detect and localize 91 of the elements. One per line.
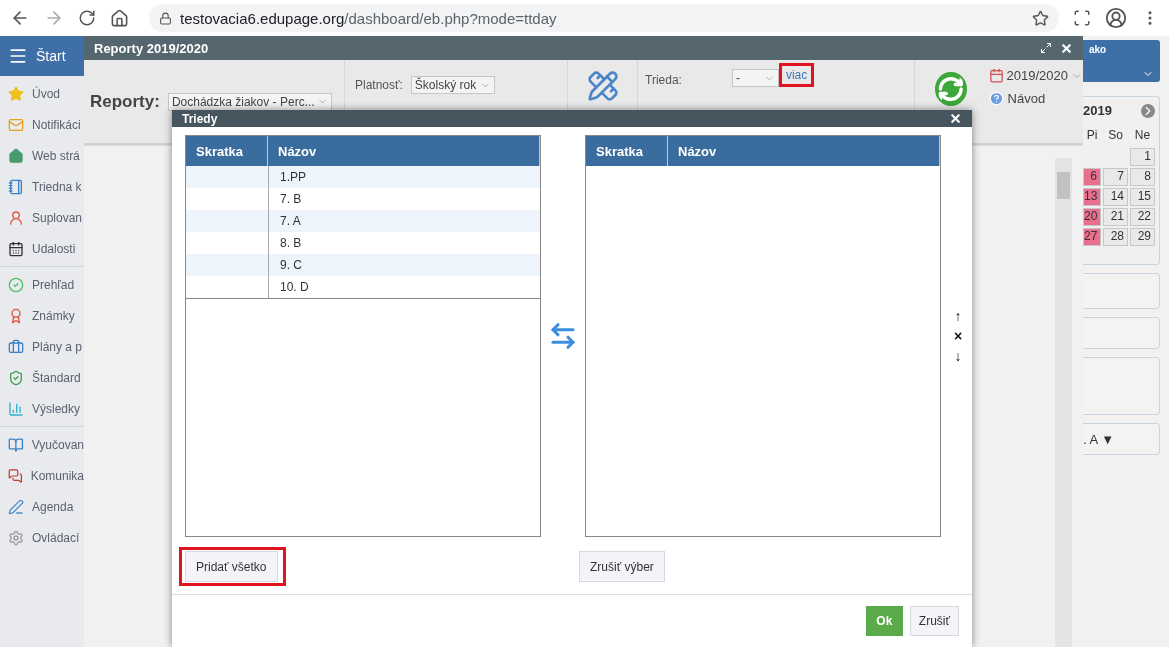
class-picker[interactable]: . A ▼ <box>1083 423 1160 455</box>
sidebar-item[interactable]: Vyučovan <box>0 429 84 460</box>
sidebar-item[interactable]: Triedna k <box>0 171 84 202</box>
bar-chart-icon <box>8 400 24 417</box>
url-host: testovacia6.edupage.org <box>180 9 345 27</box>
year-select[interactable]: 2019/2020 <box>1006 68 1068 83</box>
report-select[interactable]: Dochádzka žiakov - Perc... <box>167 92 332 111</box>
maximize-icon[interactable] <box>1040 41 1052 54</box>
pen-icon <box>8 498 24 515</box>
class-select[interactable]: - <box>731 69 779 87</box>
dialog-title: Triedy <box>182 111 218 126</box>
add-all-button[interactable]: Pridať všetko <box>185 551 278 582</box>
sidebar-item[interactable]: Výsledky <box>0 393 84 424</box>
cancel-button[interactable]: Zrušiť <box>909 606 959 636</box>
scrollbar[interactable] <box>1055 158 1072 647</box>
address-bar[interactable]: testovacia6.edupage.org/dashboard/eb.php?mode=ttday <box>149 4 1059 32</box>
sidebar-item[interactable]: Notifikáci <box>0 109 84 140</box>
order-control[interactable]: × <box>953 328 963 344</box>
sidebar-item[interactable]: Suplovan <box>0 202 84 233</box>
screenshot-icon[interactable] <box>1073 9 1091 27</box>
start-menu-button[interactable]: Štart <box>0 36 84 76</box>
window-title: Reporty 2019/2020 <box>94 40 209 56</box>
notebook-icon <box>8 178 24 195</box>
shield-check-icon <box>8 369 24 386</box>
calendar-icon <box>988 68 1004 83</box>
column-header[interactable]: Skratka <box>586 136 668 166</box>
user-icon <box>8 209 24 226</box>
bookmark-star-icon[interactable] <box>1032 9 1049 27</box>
calendar-year: 2019 <box>1083 103 1112 118</box>
award-icon <box>8 307 24 324</box>
book-icon <box>8 436 24 453</box>
calendar-day[interactable]: 15 <box>1130 188 1155 206</box>
more-link[interactable]: viac <box>785 68 808 82</box>
sidebar-item[interactable]: Ovládací <box>0 522 84 553</box>
transfer-arrows-icon[interactable] <box>548 321 578 351</box>
sidebar-item[interactable]: Udalosti <box>0 233 84 264</box>
calendar-day[interactable]: 29 <box>1130 228 1155 246</box>
account-icon[interactable] <box>1105 7 1127 29</box>
sidebar-item[interactable]: Známky <box>0 300 84 331</box>
validity-label: Platnosť: <box>355 78 403 92</box>
menu-icon <box>8 46 28 66</box>
help-icon <box>988 91 1004 106</box>
next-icon[interactable] <box>1141 103 1155 118</box>
calendar-day[interactable]: 20 <box>1083 208 1101 226</box>
sidebar-item[interactable]: Plány a p <box>0 331 84 362</box>
table-cell[interactable]: 10. D <box>268 276 540 298</box>
weekday-label: So <box>1107 128 1124 144</box>
lock-icon <box>159 11 172 25</box>
chat-icon <box>8 467 23 484</box>
class-label: Trieda: <box>645 73 682 89</box>
sidebar-item[interactable]: Úvod <box>0 78 84 109</box>
calendar-day[interactable]: 28 <box>1103 228 1128 246</box>
sidebar-item[interactable]: Agenda <box>0 491 84 522</box>
pencil-ruler-icon[interactable] <box>586 70 619 102</box>
close-icon[interactable] <box>949 112 962 125</box>
close-icon[interactable] <box>1060 41 1073 55</box>
weekday-label: Ne <box>1133 128 1152 144</box>
calendar-day[interactable]: 8 <box>1130 168 1155 186</box>
calendar-day[interactable]: 1 <box>1130 148 1155 166</box>
calendar-day[interactable]: 21 <box>1103 208 1128 226</box>
clear-selection-button[interactable]: Zrušiť výber <box>579 551 665 582</box>
sidebar-item[interactable]: Prehľad <box>0 269 84 300</box>
calendar-day[interactable]: 13 <box>1083 188 1101 206</box>
url-path: /dashboard/eb.php?mode=ttday <box>344 9 557 27</box>
home-icon[interactable] <box>110 8 129 28</box>
sidebar-item[interactable]: Štandard <box>0 362 84 393</box>
user-menu[interactable]: ako <box>1083 40 1160 82</box>
calendar-day[interactable]: 27 <box>1083 228 1101 246</box>
house-icon <box>8 147 24 164</box>
help-link[interactable]: Návod <box>1007 91 1046 106</box>
calendar-icon <box>8 240 24 257</box>
validity-select[interactable]: Školský rok <box>410 76 495 94</box>
check-circle-icon <box>8 276 24 293</box>
star-icon <box>8 85 24 102</box>
mail-icon <box>8 116 24 133</box>
order-control[interactable]: ↓ <box>954 348 962 364</box>
calendar-day[interactable]: 7 <box>1103 168 1128 186</box>
weekday-label: Pi <box>1085 128 1099 144</box>
sidebar-item[interactable]: Web strá <box>0 140 84 171</box>
column-header[interactable]: Názov <box>668 136 940 166</box>
scrollbar-thumb[interactable] <box>1057 172 1070 199</box>
reports-label: Reporty: <box>90 91 160 112</box>
briefcase-icon <box>8 338 24 355</box>
calendar-day[interactable]: 22 <box>1130 208 1155 226</box>
settings-icon <box>8 529 24 546</box>
calendar-day[interactable]: 14 <box>1103 188 1128 206</box>
calendar-day[interactable]: 6 <box>1083 168 1101 186</box>
order-control[interactable]: ↑ <box>954 308 962 324</box>
sidebar-item[interactable]: Komunika <box>0 460 84 491</box>
refresh-icon[interactable] <box>935 72 967 106</box>
reload-icon[interactable] <box>78 9 96 27</box>
